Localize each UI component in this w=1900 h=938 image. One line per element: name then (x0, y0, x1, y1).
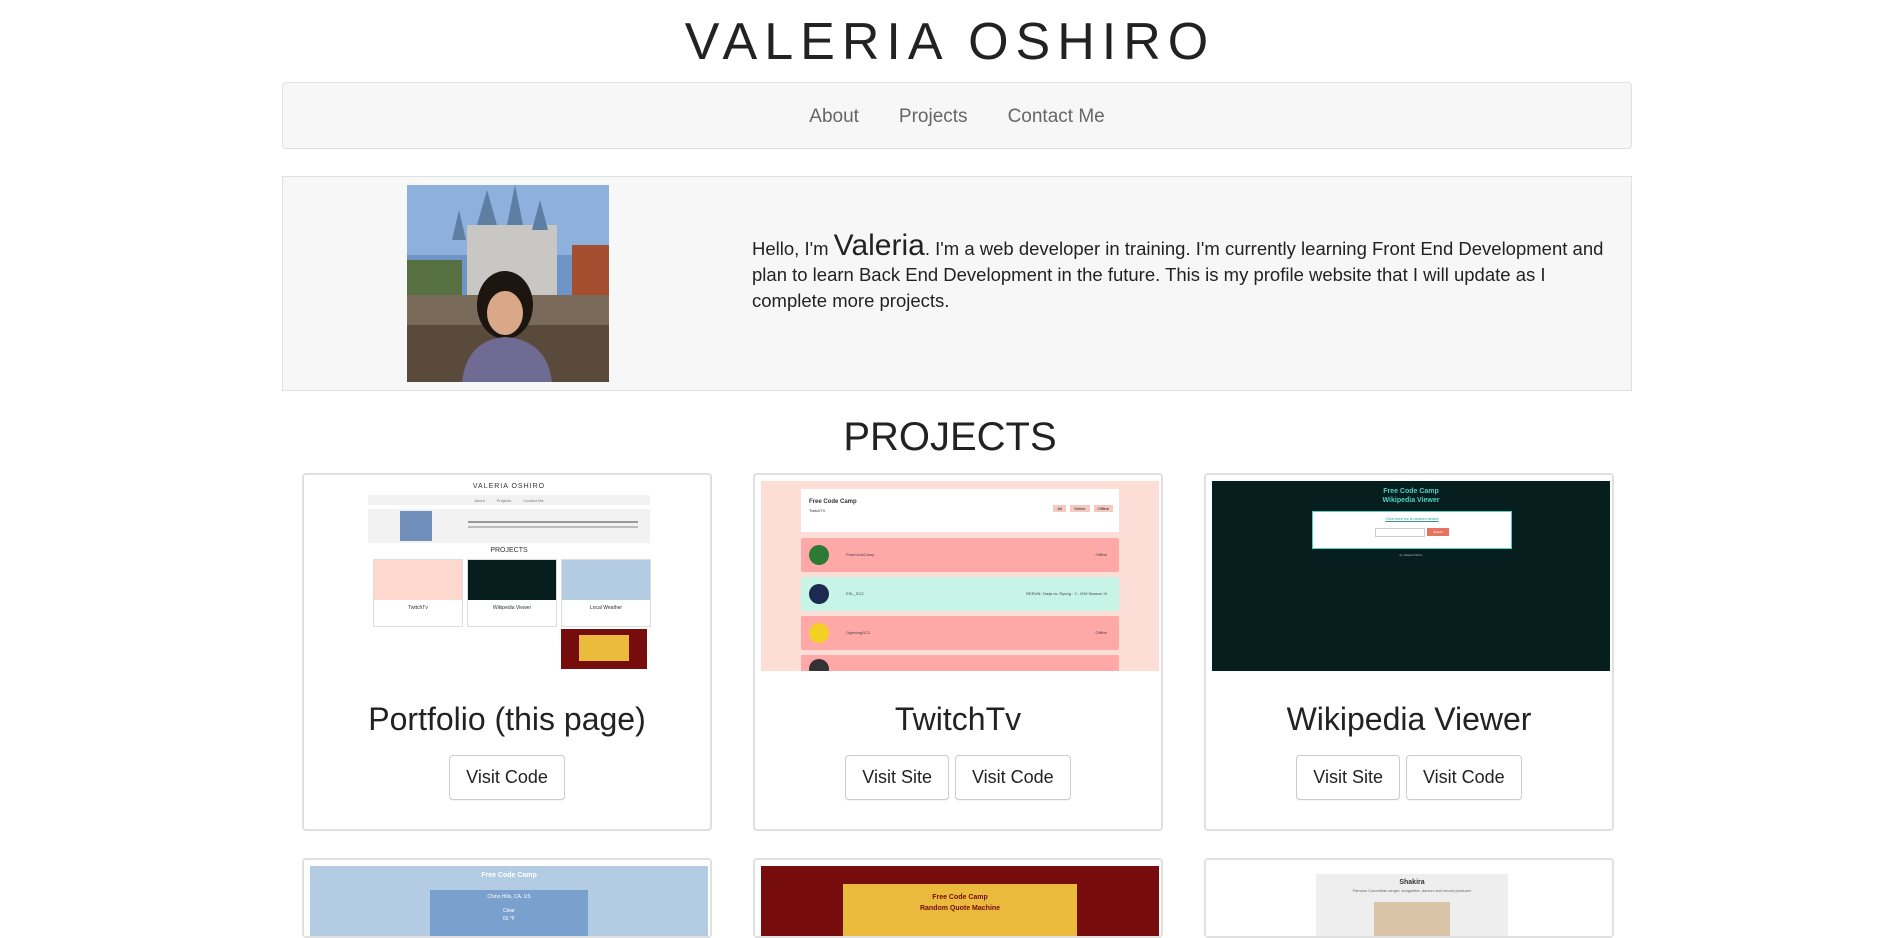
visit-code-button[interactable]: Visit Code (449, 755, 565, 800)
about-name: Valeria (833, 229, 925, 262)
thumb-tribute-name: Shakira (1399, 879, 1425, 886)
thumb-wiki-search-box: Click here for a random article Search (1312, 511, 1512, 549)
thumb-tribute-desc: Famous Colombian singer, songwriter, dan… (1352, 888, 1472, 893)
thumb-twitch-row: ESL_SC2 RERUN: Taeja vs. Ryung · 2 - IEM… (801, 577, 1119, 611)
nav-item-about[interactable]: About (809, 106, 859, 128)
project-card-tribute: Shakira Famous Colombian singer, songwri… (1204, 858, 1614, 938)
nav-item-contact[interactable]: Contact Me (1008, 106, 1105, 128)
thumb-weather-panel: Chino Hills, CA, US Clear 65 °F (430, 890, 588, 936)
thumb-twitch-row (801, 655, 1119, 671)
site-title: VALERIA OSHIRO (684, 13, 1216, 71)
thumb-row-status: RERUN: Taeja vs. Ryung · 2 - IEM Season … (1026, 591, 1107, 596)
freecodecamp-logo-icon (809, 545, 829, 565)
project-card-portfolio: VALERIA OSHIRO About Projects Contact Me… (302, 473, 712, 831)
thumb-projects-heading: PROJECTS (490, 547, 528, 554)
thumb-quote-box: Free Code Camp Random Quote Machine (843, 884, 1077, 936)
project-card-twitchtv: Free Code Camp TwitchTV All Online Offli… (753, 473, 1163, 831)
smiley-logo-icon (809, 623, 829, 643)
visit-code-button[interactable]: Visit Code (954, 755, 1071, 800)
thumb-card-twitch-label: TwitchTv (408, 605, 428, 611)
thumb-card-wiki: Wikipedia Viewer (467, 559, 557, 627)
thumb-wiki-input (1375, 528, 1425, 537)
project-card-local-weather: Free Code Camp Chino Hills, CA, US Clear… (302, 858, 712, 938)
tribute-thumbnail: Shakira Famous Colombian singer, songwri… (1212, 866, 1610, 936)
thumb-wiki-subtitle: Wikipedia Viewer (1382, 497, 1440, 504)
thumb-wiki-title: Free Code Camp (1383, 488, 1439, 495)
project-card-wikipedia-viewer: Free Code Camp Wikipedia Viewer Click he… (1204, 473, 1614, 831)
thumb-row-name: ESL_SC2 (846, 591, 864, 596)
twitchtv-thumbnail: Free Code Camp TwitchTV All Online Offli… (761, 481, 1159, 671)
wikipedia-viewer-thumbnail: Free Code Camp Wikipedia Viewer Click he… (1212, 481, 1610, 671)
thumb-portfolio-nav: About Projects Contact Me (368, 495, 650, 505)
thumb-card-wiki-label: Wikipedia Viewer (492, 605, 532, 611)
thumb-nav-contact: Contact Me (523, 497, 544, 503)
thumb-about-lines (468, 521, 638, 523)
thumb-wiki-footer: by Valeria Oshiro (1399, 553, 1423, 557)
thumb-tribute-photo (1374, 902, 1450, 936)
thumb-quote-title: Free Code Camp (932, 894, 988, 901)
thumb-twitch-row: FreeCodeCamp Offline (801, 538, 1119, 572)
thumb-tab-offline: Offline (1093, 505, 1113, 512)
thumb-tab-online: Online (1069, 505, 1090, 512)
thumb-nav-about: About (474, 497, 485, 503)
project-title: Wikipedia Viewer (1286, 701, 1532, 737)
navbar: About Projects Contact Me (282, 82, 1632, 149)
thumb-nav-projects: Projects (496, 497, 512, 503)
project-title: TwitchTv (894, 701, 1022, 737)
thumb-card-quote (561, 629, 647, 669)
thumb-row-name: OgamingSC2 (846, 630, 871, 635)
project-title: Portfolio (this page) (368, 701, 646, 737)
random-quote-thumbnail: Free Code Camp Random Quote Machine (761, 866, 1159, 936)
visit-site-button[interactable]: Visit Site (845, 755, 949, 800)
thumb-card-twitch: TwitchTv (373, 559, 463, 627)
thumb-twitch-title: Free Code Camp (809, 499, 857, 505)
thumb-quote-subtitle: Random Quote Machine (919, 905, 1001, 912)
thumb-profile-photo (400, 511, 432, 541)
thumb-weather-title: Free Code Camp (481, 872, 537, 879)
thumb-wiki-random-link: Click here for a random article (1385, 516, 1439, 521)
thumb-card-weather: Local Weather (561, 559, 651, 627)
nav-item-projects[interactable]: Projects (899, 106, 968, 128)
about-section: Hello, I'm Valeria. I'm a web developer … (282, 176, 1632, 391)
thumb-weather-temp: 65 °F (502, 916, 515, 922)
thumb-tribute-panel: Shakira Famous Colombian singer, songwri… (1316, 874, 1508, 936)
thumb-row-name: FreeCodeCamp (846, 552, 875, 557)
thumb-twitch-header: Free Code Camp TwitchTV All Online Offli… (801, 489, 1119, 532)
thumb-weather-condition: Clear (503, 908, 515, 914)
local-weather-thumbnail: Free Code Camp Chino Hills, CA, US Clear… (310, 866, 708, 936)
profile-photo (407, 185, 609, 382)
about-text: Hello, I'm Valeria. I'm a web developer … (752, 231, 1612, 314)
visit-site-button[interactable]: Visit Site (1296, 755, 1400, 800)
thumb-row-status: Offline (1095, 552, 1108, 557)
thumb-twitch-row: OgamingSC2 Offline (801, 616, 1119, 650)
thumb-wiki-search-button: Search (1427, 528, 1449, 536)
project-card-random-quote: Free Code Camp Random Quote Machine (753, 858, 1163, 938)
thumb-row-status: Offline (1095, 630, 1108, 635)
visit-code-button[interactable]: Visit Code (1405, 755, 1522, 800)
esl-logo-icon (809, 584, 829, 604)
thumb-tab-all: All (1053, 505, 1066, 512)
about-greeting: Hello, I'm (752, 238, 834, 259)
thumb-twitch-subtitle: TwitchTV (809, 508, 826, 513)
projects-heading: PROJECTS (843, 415, 1057, 459)
thumb-portfolio-title: VALERIA OSHIRO (472, 483, 546, 490)
thumb-card-weather-label: Local Weather (589, 605, 623, 611)
portfolio-thumbnail: VALERIA OSHIRO About Projects Contact Me… (310, 481, 708, 671)
thumb-about-panel (368, 509, 650, 543)
thumb-weather-location: Chino Hills, CA, US (487, 894, 531, 900)
